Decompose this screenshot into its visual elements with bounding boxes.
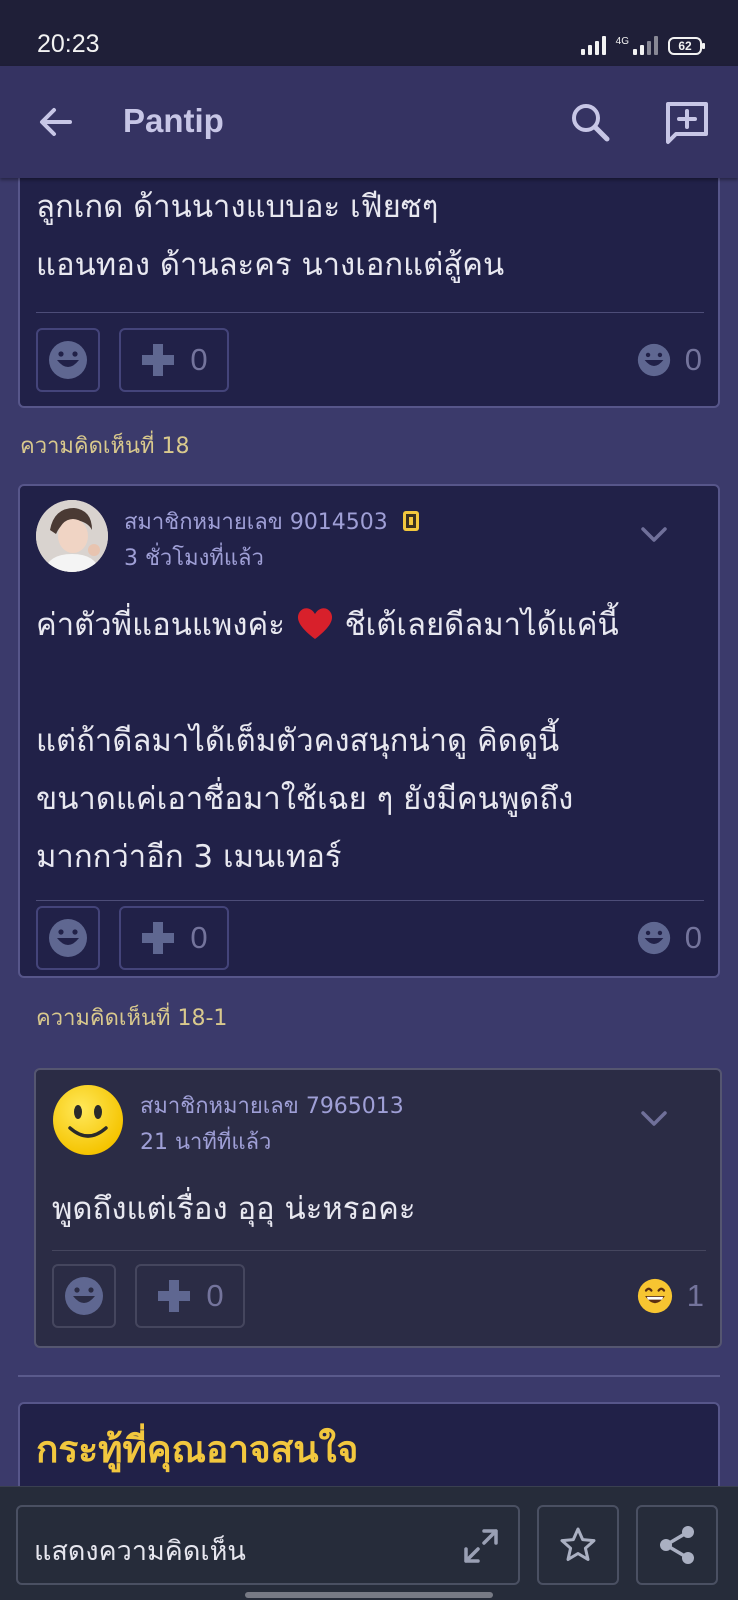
comment-line: แต่ถ้าดีลมาได้เต็มตัวคงสนุกน่าดู คิดดูนี… xyxy=(36,723,560,759)
bottom-bar: แสดงความคิดเห็น xyxy=(0,1486,738,1600)
comment-list: ลูกเกด ด้านนางแบบอะ เฟียซๆ แอนทอง ด้านละ… xyxy=(0,178,738,1486)
comment-line: มากกว่าอีก 3 เมนเทอร์ xyxy=(36,839,342,875)
emotion-summary[interactable]: 0 xyxy=(637,920,702,956)
member-name[interactable]: สมาชิกหมายเลข 7965013 xyxy=(140,1088,404,1123)
comment-line: แอนทอง ด้านละคร นางเอกแต่สู้คน xyxy=(36,247,505,283)
emotion-summary[interactable]: 0 xyxy=(637,342,702,378)
back-button[interactable] xyxy=(34,100,78,144)
favorite-button[interactable] xyxy=(537,1505,619,1585)
plus-icon xyxy=(142,344,175,376)
vote-plus-button[interactable]: 0 xyxy=(119,328,229,392)
post-time: 21 นาทีที่แล้ว xyxy=(140,1130,272,1155)
avatar[interactable] xyxy=(36,500,108,572)
recommended-topics-card: กระทู้ที่คุณอาจสนใจ xyxy=(18,1402,720,1486)
emotion-count: 0 xyxy=(684,920,702,955)
member-name[interactable]: สมาชิกหมายเลข 9014503 xyxy=(124,504,419,539)
smile-icon xyxy=(49,919,87,957)
plus-icon xyxy=(158,1280,191,1312)
app-title: Pantip xyxy=(123,102,224,139)
emotion-count: 0 xyxy=(684,342,702,377)
status-time: 20:23 xyxy=(37,30,100,58)
comment-card: ลูกเกด ด้านนางแบบอะ เฟียซๆ แอนทอง ด้านละ… xyxy=(18,178,720,408)
comment-line: ลูกเกด ด้านนางแบบอะ เฟียซๆ xyxy=(36,189,439,225)
reply-number-label: ความคิดเห็นที่ 18-1 xyxy=(36,1006,228,1031)
comment-card: สมาชิกหมายเลข 9014503 3 ชั่วโมงที่แล้ว ค… xyxy=(18,484,720,978)
emotion-button[interactable] xyxy=(52,1264,116,1328)
comment-line: ขนาดแค่เอาชื่อมาใช้เฉย ๆ ยังมีคนพูดถึง xyxy=(36,781,574,817)
plus-count: 0 xyxy=(206,1278,224,1313)
divider xyxy=(52,1250,706,1251)
network-label: 4G xyxy=(615,36,629,47)
share-icon xyxy=(660,1526,694,1564)
chevron-down-icon[interactable] xyxy=(640,526,668,544)
smiley-avatar-icon xyxy=(53,1085,123,1155)
home-indicator xyxy=(245,1592,493,1598)
avatar[interactable] xyxy=(52,1084,124,1156)
smile-icon xyxy=(49,341,87,379)
vote-plus-button[interactable]: 0 xyxy=(119,906,229,970)
plus-count: 0 xyxy=(190,342,208,377)
plus-icon xyxy=(142,922,175,954)
comment-number-label: ความคิดเห็นที่ 18 xyxy=(20,434,190,459)
status-bar: 20:23 4G 62 xyxy=(0,0,738,66)
divider xyxy=(36,900,704,901)
app-bar: Pantip xyxy=(0,66,738,178)
section-divider xyxy=(18,1375,720,1377)
signal-4g-icon xyxy=(633,35,658,55)
emotion-summary[interactable]: 1 xyxy=(637,1278,704,1314)
heart-emoji xyxy=(295,607,335,643)
comment-placeholder: แสดงความคิดเห็น xyxy=(34,1536,246,1567)
reply-card: สมาชิกหมายเลข 7965013 21 นาทีที่แล้ว พูด… xyxy=(34,1068,722,1348)
reply-text: พูดถึงแต่เรื่อง อุอุ น่ะหรอคะ xyxy=(52,1191,416,1227)
emotion-button[interactable] xyxy=(36,906,100,970)
smile-icon xyxy=(637,343,670,377)
emotion-count: 1 xyxy=(686,1278,704,1313)
recommended-title: กระทู้ที่คุณอาจสนใจ xyxy=(36,1428,359,1471)
comment-line: ค่าตัวพี่แอนแพงค่ะ ชีเต้เลยดีลมาได้แค่นี… xyxy=(36,607,619,643)
smile-icon xyxy=(637,921,670,955)
smile-icon xyxy=(65,1277,103,1315)
profile-photo-icon xyxy=(36,500,108,572)
new-topic-button[interactable] xyxy=(664,100,710,146)
post-time: 3 ชั่วโมงที่แล้ว xyxy=(124,546,264,571)
plus-count: 0 xyxy=(190,920,208,955)
badge-icon xyxy=(402,511,419,531)
vote-plus-button[interactable]: 0 xyxy=(135,1264,245,1328)
arrow-left-icon xyxy=(40,108,72,136)
laugh-emoji-icon xyxy=(637,1278,672,1314)
status-icons: 4G 62 xyxy=(580,33,705,55)
add-comment-icon xyxy=(666,102,708,144)
chevron-down-icon[interactable] xyxy=(640,1110,668,1128)
battery-icon: 62 xyxy=(668,37,705,55)
signal-icon xyxy=(580,35,606,55)
emotion-button[interactable] xyxy=(36,328,100,392)
star-icon xyxy=(560,1527,596,1561)
comment-input[interactable]: แสดงความคิดเห็น xyxy=(16,1505,520,1585)
search-icon xyxy=(572,104,610,142)
search-button[interactable] xyxy=(568,100,612,144)
expand-icon[interactable] xyxy=(462,1527,500,1565)
divider xyxy=(36,312,704,313)
share-button[interactable] xyxy=(636,1505,718,1585)
